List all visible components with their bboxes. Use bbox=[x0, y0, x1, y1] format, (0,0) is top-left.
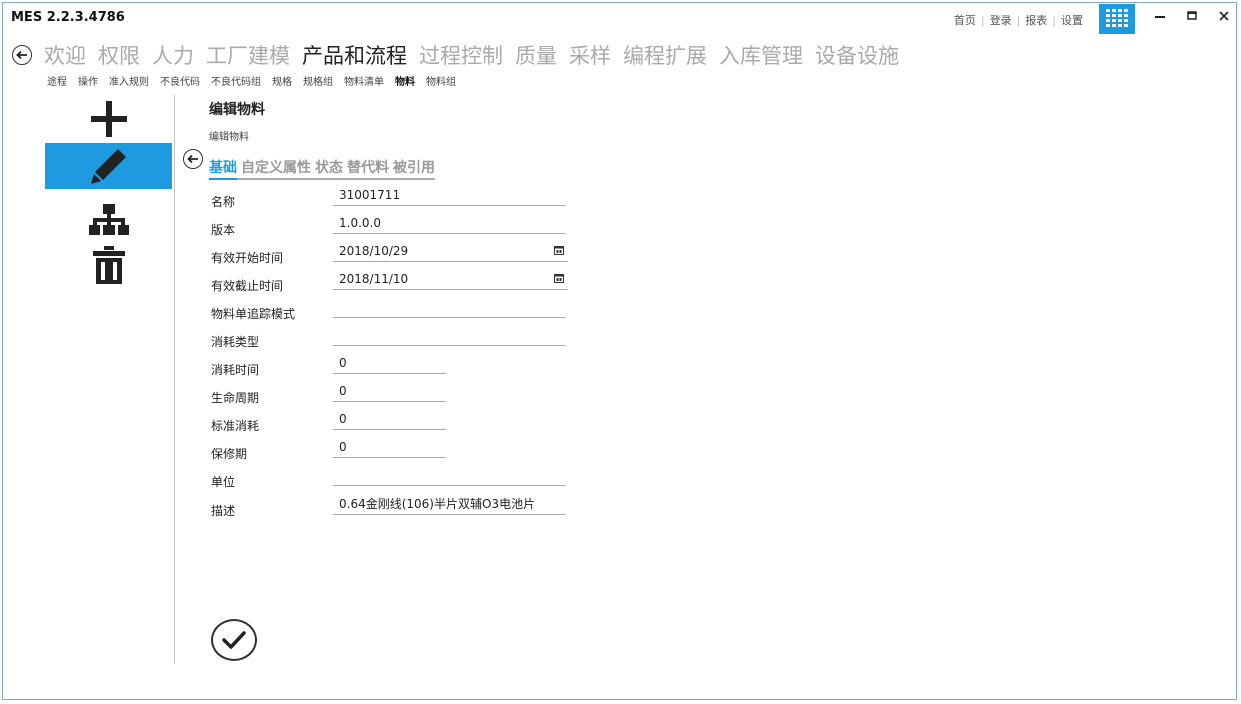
tracking-mode-field[interactable] bbox=[333, 298, 565, 318]
hierarchy-button[interactable] bbox=[45, 196, 172, 242]
edit-icon bbox=[90, 149, 126, 184]
add-icon bbox=[90, 101, 127, 137]
start-time-label: 有效开始时间 bbox=[211, 251, 284, 265]
confirm-button[interactable] bbox=[211, 619, 257, 661]
top-links: 首页 | 登录 | 报表 | 设置 bbox=[953, 12, 1083, 28]
consume-time-field[interactable]: 0 bbox=[333, 354, 446, 374]
page-subtitle: 编辑物料 bbox=[209, 132, 249, 143]
sub-nav-item-operation[interactable]: 操作 bbox=[78, 73, 98, 88]
main-nav-item-welcome[interactable]: 欢迎 bbox=[44, 40, 86, 70]
add-button[interactable] bbox=[45, 96, 172, 142]
calendar-icon[interactable] bbox=[554, 245, 564, 255]
minimize-icon bbox=[1155, 16, 1165, 18]
login-link[interactable]: 登录 bbox=[990, 12, 1012, 28]
warranty-field[interactable]: 0 bbox=[333, 438, 446, 458]
checkmark-icon bbox=[222, 631, 246, 649]
description-field[interactable]: 0.64金刚线(106)半片双辅O3电池片 bbox=[333, 495, 565, 515]
main-nav-item-quality[interactable]: 质量 bbox=[515, 40, 557, 70]
calendar-icon[interactable] bbox=[554, 273, 564, 283]
page-title: 编辑物料 bbox=[209, 102, 265, 118]
lifecycle-label: 生命周期 bbox=[211, 391, 260, 405]
tab-referenced[interactable]: 被引用 bbox=[393, 157, 435, 177]
grid-icon bbox=[1106, 9, 1128, 27]
name-label: 名称 bbox=[211, 195, 236, 209]
tab-basic[interactable]: 基础 bbox=[209, 157, 237, 180]
hierarchy-icon bbox=[88, 204, 129, 235]
description-label: 描述 bbox=[211, 504, 236, 518]
nav-back-button[interactable] bbox=[12, 45, 32, 65]
sub-nav-item-material[interactable]: 物料 bbox=[395, 73, 415, 88]
sub-nav-item-spec-group[interactable]: 规格组 bbox=[303, 73, 333, 88]
main-nav-item-programming[interactable]: 编程扩展 bbox=[623, 40, 707, 70]
consume-type-field[interactable] bbox=[333, 326, 565, 346]
tab-substitute[interactable]: 替代料 bbox=[347, 157, 389, 177]
main-nav-item-factory-modeling[interactable]: 工厂建模 bbox=[206, 40, 290, 70]
warranty-label: 保修期 bbox=[211, 447, 248, 461]
main-nav-item-process-control[interactable]: 过程控制 bbox=[419, 40, 503, 70]
consume-type-label: 消耗类型 bbox=[211, 335, 260, 349]
main-nav: 欢迎 权限 人力 工厂建模 产品和流程 过程控制 质量 采样 编程扩展 入库管理… bbox=[44, 40, 899, 70]
sub-nav: 途程 操作 准入规则 不良代码 不良代码组 规格 规格组 物料清单 物料 物料组 bbox=[47, 73, 456, 88]
unit-field[interactable] bbox=[333, 466, 565, 486]
apps-grid-button[interactable] bbox=[1099, 4, 1135, 34]
end-time-label: 有效截止时间 bbox=[211, 279, 284, 293]
form-back-button[interactable] bbox=[183, 149, 203, 169]
main-nav-item-permissions[interactable]: 权限 bbox=[98, 40, 140, 70]
main-nav-item-product-process[interactable]: 产品和流程 bbox=[302, 40, 407, 70]
sub-nav-item-spec[interactable]: 规格 bbox=[272, 73, 292, 88]
delete-icon bbox=[92, 246, 125, 284]
sub-nav-item-material-group[interactable]: 物料组 bbox=[426, 73, 456, 88]
version-label: 版本 bbox=[211, 223, 236, 237]
sub-nav-item-bom[interactable]: 物料清单 bbox=[344, 73, 384, 88]
tab-status[interactable]: 状态 bbox=[315, 157, 343, 177]
form-tabs: 基础 自定义属性 状态 替代料 被引用 bbox=[209, 157, 435, 180]
edit-button[interactable] bbox=[45, 143, 172, 189]
main-nav-item-sampling[interactable]: 采样 bbox=[569, 40, 611, 70]
main-nav-item-equipment[interactable]: 设备设施 bbox=[815, 40, 899, 70]
sidebar-divider bbox=[174, 95, 175, 664]
std-consume-label: 标准消耗 bbox=[211, 419, 260, 433]
end-time-field[interactable]: 2018/11/10 bbox=[333, 270, 568, 290]
end-time-value: 2018/11/10 bbox=[339, 272, 409, 286]
sub-nav-item-routing[interactable]: 途程 bbox=[47, 73, 67, 88]
arrow-left-icon bbox=[187, 154, 198, 164]
close-button[interactable] bbox=[1211, 6, 1237, 26]
home-link[interactable]: 首页 bbox=[954, 12, 976, 28]
delete-button[interactable] bbox=[45, 242, 172, 288]
maximize-icon bbox=[1187, 11, 1197, 20]
consume-time-label: 消耗时间 bbox=[211, 363, 260, 377]
tab-custom-attributes[interactable]: 自定义属性 bbox=[241, 157, 311, 177]
name-field[interactable]: 31001711 bbox=[333, 186, 565, 206]
report-link[interactable]: 报表 bbox=[1025, 12, 1047, 28]
arrow-left-icon bbox=[16, 50, 27, 60]
window-frame bbox=[2, 2, 1237, 700]
sub-nav-item-defect-code-group[interactable]: 不良代码组 bbox=[211, 73, 261, 88]
sub-nav-item-defect-code[interactable]: 不良代码 bbox=[160, 73, 200, 88]
start-time-value: 2018/10/29 bbox=[339, 244, 409, 258]
std-consume-field[interactable]: 0 bbox=[333, 410, 446, 430]
maximize-button[interactable] bbox=[1179, 6, 1205, 26]
minimize-button[interactable] bbox=[1147, 6, 1173, 26]
main-nav-item-hr[interactable]: 人力 bbox=[152, 40, 194, 70]
start-time-field[interactable]: 2018/10/29 bbox=[333, 242, 568, 262]
unit-label: 单位 bbox=[211, 475, 236, 489]
settings-link[interactable]: 设置 bbox=[1061, 12, 1083, 28]
version-field[interactable]: 1.0.0.0 bbox=[333, 214, 565, 234]
main-nav-item-warehouse[interactable]: 入库管理 bbox=[719, 40, 803, 70]
lifecycle-field[interactable]: 0 bbox=[333, 382, 446, 402]
close-icon bbox=[1219, 11, 1229, 21]
app-title: MES 2.2.3.4786 bbox=[11, 10, 125, 25]
tracking-mode-label: 物料单追踪模式 bbox=[211, 307, 296, 321]
sub-nav-item-admission-rules[interactable]: 准入规则 bbox=[109, 73, 149, 88]
